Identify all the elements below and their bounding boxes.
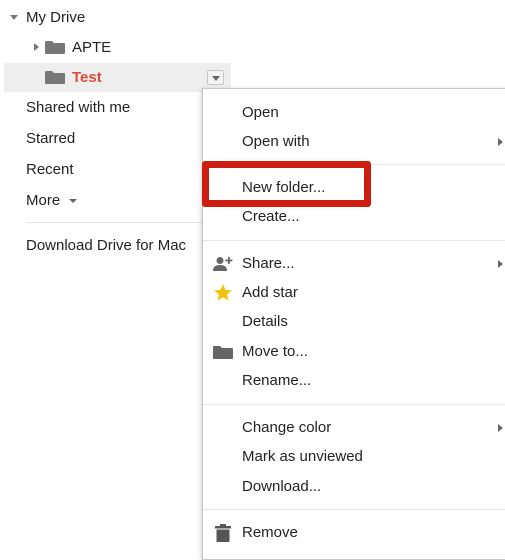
menu-item-label: Download...: [242, 478, 322, 495]
download-drive-link[interactable]: Download Drive for Mac: [26, 237, 202, 255]
more-label: More: [26, 192, 61, 209]
tree-item-label: APTE: [72, 39, 112, 56]
submenu-arrow-icon: [498, 424, 503, 432]
menu-item-label: Change color: [242, 419, 332, 436]
menu-item-remove[interactable]: Remove: [203, 519, 505, 547]
sidebar-item-starred[interactable]: Starred: [26, 130, 75, 148]
menu-item-label: Details: [242, 313, 288, 330]
menu-item-label: Move to...: [242, 343, 308, 360]
menu-item-label: Create...: [242, 208, 300, 225]
star-icon: [214, 283, 232, 301]
sidebar-divider: [26, 222, 206, 223]
trash-icon: [215, 524, 231, 542]
folder-icon: [213, 346, 233, 359]
menu-item-details[interactable]: Details: [203, 308, 505, 336]
menu-item-label: Mark as unviewed: [242, 448, 363, 465]
menu-item-move-to[interactable]: Move to...: [203, 338, 505, 366]
item-menu-dropdown-button[interactable]: [207, 70, 224, 85]
menu-item-label: Add star: [242, 284, 298, 301]
menu-item-open-with[interactable]: Open with: [203, 128, 505, 156]
highlight-annotation-box: [202, 161, 371, 207]
my-drive-label: My Drive: [26, 9, 86, 26]
menu-item-label: Share...: [242, 255, 295, 272]
menu-item-download[interactable]: Download...: [203, 473, 505, 501]
expand-arrow-icon[interactable]: [10, 15, 18, 20]
menu-item-create[interactable]: Create...: [203, 203, 505, 231]
menu-item-rename[interactable]: Rename...: [203, 367, 505, 395]
menu-item-label: Open with: [242, 133, 310, 150]
sidebar-item-recent[interactable]: Recent: [26, 161, 74, 179]
share-person-icon: [213, 257, 233, 271]
context-menu: Open Open with New folder... Create... S…: [202, 88, 505, 560]
folder-icon: [45, 41, 65, 54]
menu-item-change-color[interactable]: Change color: [203, 414, 505, 442]
tree-item-test[interactable]: Test: [4, 63, 231, 92]
submenu-arrow-icon: [498, 138, 503, 146]
menu-item-label: Open: [242, 104, 279, 121]
menu-item-share[interactable]: Share...: [203, 250, 505, 278]
menu-item-open[interactable]: Open: [203, 99, 505, 127]
collapse-arrow-icon[interactable]: [34, 43, 39, 51]
menu-separator: [203, 240, 505, 241]
submenu-arrow-icon: [498, 260, 503, 268]
chevron-down-icon: [68, 198, 77, 203]
menu-item-label: Rename...: [242, 372, 312, 389]
menu-separator: [203, 404, 505, 405]
sidebar-item-more[interactable]: More: [26, 192, 77, 210]
menu-item-label: Remove: [242, 524, 298, 541]
chevron-down-icon: [212, 76, 220, 81]
tree-item-label: Test: [72, 69, 102, 86]
sidebar-item-shared-with-me[interactable]: Shared with me: [26, 99, 130, 117]
folder-icon: [45, 71, 65, 84]
menu-item-mark-as-unviewed[interactable]: Mark as unviewed: [203, 443, 505, 471]
menu-item-add-star[interactable]: Add star: [203, 279, 505, 307]
menu-separator: [203, 509, 505, 510]
